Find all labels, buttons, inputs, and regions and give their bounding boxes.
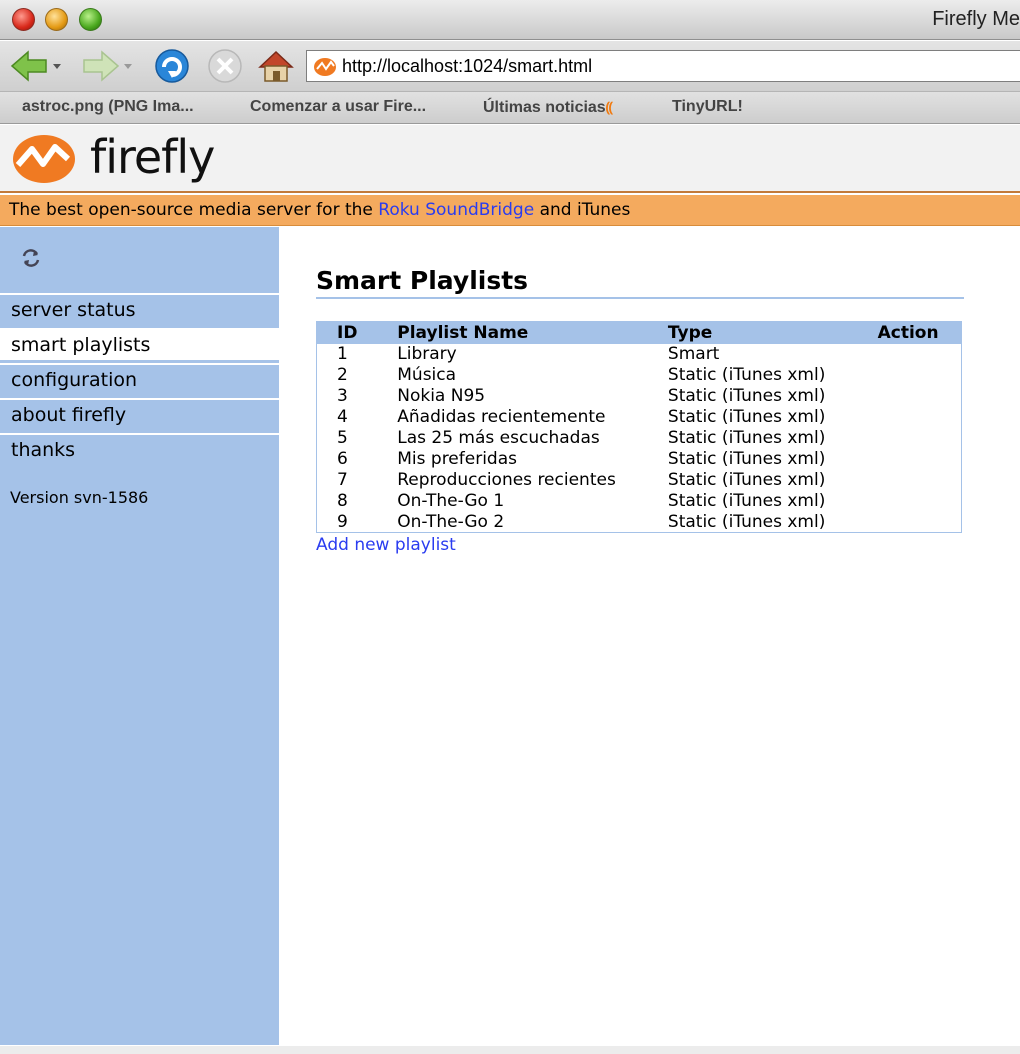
table-row[interactable]: 7 Reproducciones recientes Static (iTune… [317,470,962,491]
row-action [878,344,962,365]
row-type: Static (iTunes xml) [667,511,826,532]
table-row[interactable]: 9 On-The-Go 2 Static (iTunes xml) [317,512,962,533]
row-id: 2 [337,365,348,385]
bookmark-item[interactable]: astroc.png (PNG Ima... [22,98,194,116]
url-bar[interactable]: http://localhost:1024/smart.html [306,50,1020,82]
column-header-action: Action [877,322,939,343]
row-action [878,365,962,386]
row-action [878,407,962,428]
row-action [878,470,962,491]
column-header-id: ID [337,322,358,343]
window-title: Firefly Me [932,8,1020,30]
row-action [878,428,962,449]
url-text: http://localhost:1024/smart.html [342,56,593,76]
close-window-button[interactable] [12,8,35,31]
row-action [878,491,962,512]
logo-text: firefly [90,130,215,184]
row-id: 6 [337,449,348,469]
row-playlist-name: Las 25 más escuchadas [397,428,600,448]
tagline-text: The best open-source media server for th… [9,200,379,220]
rss-feed-icon: ⸨ [605,99,613,115]
minimize-window-button[interactable] [45,8,68,31]
row-playlist-name: Nokia N95 [397,386,486,406]
zoom-window-button[interactable] [79,8,102,31]
table-row[interactable]: 1 Library Smart [317,344,962,365]
table-row[interactable]: 2 Música Static (iTunes xml) [317,365,962,386]
row-type: Static (iTunes xml) [667,491,826,511]
bookmark-label: Últimas noticias [483,99,606,116]
row-id: 4 [337,407,348,427]
refresh-icon[interactable] [19,246,43,274]
row-playlist-name: Música [397,365,457,385]
row-id: 7 [337,470,348,490]
row-action [878,449,962,470]
page-header: firefly [0,125,1020,193]
main-content: Smart Playlists ID Playlist Name Type Ac… [316,266,964,555]
row-action [878,512,962,533]
roku-soundbridge-link[interactable]: Roku SoundBridge [378,200,534,220]
tagline-bar: The best open-source media server for th… [0,195,1020,226]
row-id: 1 [337,344,348,364]
row-playlist-name: On-The-Go 1 [397,491,505,511]
row-id: 9 [337,511,348,532]
back-button[interactable] [8,47,64,89]
bookmark-item[interactable]: TinyURL! [672,98,743,116]
reload-icon [155,49,189,83]
forward-button[interactable] [80,47,136,89]
sidebar: server status smart playlists configurat… [0,227,279,1045]
back-arrow-icon [10,50,61,82]
row-playlist-name: Mis preferidas [397,449,517,469]
row-type: Static (iTunes xml) [667,449,826,469]
row-playlist-name: Añadidas recientemente [397,407,606,427]
page-bottom-edge [0,1046,1020,1054]
row-playlist-name: Reproducciones recientes [397,470,616,490]
row-type: Static (iTunes xml) [667,428,826,448]
column-header-name: Playlist Name [397,322,529,343]
bookmarks-bar: astroc.png (PNG Ima... Comenzar a usar F… [0,91,1020,124]
add-new-playlist-link[interactable]: Add new playlist [316,535,964,555]
row-playlist-name: On-The-Go 2 [397,511,505,532]
row-id: 5 [337,428,348,448]
table-row[interactable]: 3 Nokia N95 Static (iTunes xml) [317,386,962,407]
sidebar-item-smart-playlists[interactable]: smart playlists [0,328,279,360]
row-type: Static (iTunes xml) [667,407,826,427]
table-row[interactable]: 8 On-The-Go 1 Static (iTunes xml) [317,491,962,512]
bookmark-item[interactable]: Comenzar a usar Fire... [250,98,426,116]
stop-button[interactable] [205,47,245,89]
playlists-table: ID Playlist Name Type Action 1 Library S… [316,321,962,533]
table-header-row: ID Playlist Name Type Action [316,321,962,344]
home-button[interactable] [256,47,296,89]
row-id: 3 [337,386,348,406]
row-type: Static (iTunes xml) [667,470,826,490]
version-label: Version svn-1586 [10,488,149,507]
row-action [878,386,962,407]
reload-button[interactable] [152,47,192,89]
row-id: 8 [337,491,348,511]
page-title: Smart Playlists [316,266,964,299]
row-type: Static (iTunes xml) [667,365,826,385]
sidebar-item-about-firefly[interactable]: about firefly [0,398,279,430]
table-row[interactable]: 5 Las 25 más escuchadas Static (iTunes x… [317,428,962,449]
home-icon [258,50,294,82]
sidebar-item-server-status[interactable]: server status [0,293,279,325]
column-header-type: Type [667,322,713,343]
table-row[interactable]: 4 Añadidas recientemente Static (iTunes … [317,407,962,428]
table-row[interactable]: 6 Mis preferidas Static (iTunes xml) [317,449,962,470]
row-type: Smart [667,344,720,364]
firefly-logo-icon [13,135,75,183]
row-type: Static (iTunes xml) [667,386,826,406]
row-playlist-name: Library [397,344,457,364]
sidebar-item-configuration[interactable]: configuration [0,363,279,395]
tagline-text-suffix: and iTunes [534,200,631,220]
bookmark-item[interactable]: Últimas noticias⸨ [483,98,613,117]
window-titlebar: Firefly Me [0,0,1020,40]
sidebar-item-thanks[interactable]: thanks [0,433,279,465]
stop-icon [208,49,242,83]
browser-toolbar: http://localhost:1024/smart.html [0,41,1020,91]
forward-arrow-icon [83,50,132,82]
firefly-favicon-icon [313,57,337,81]
